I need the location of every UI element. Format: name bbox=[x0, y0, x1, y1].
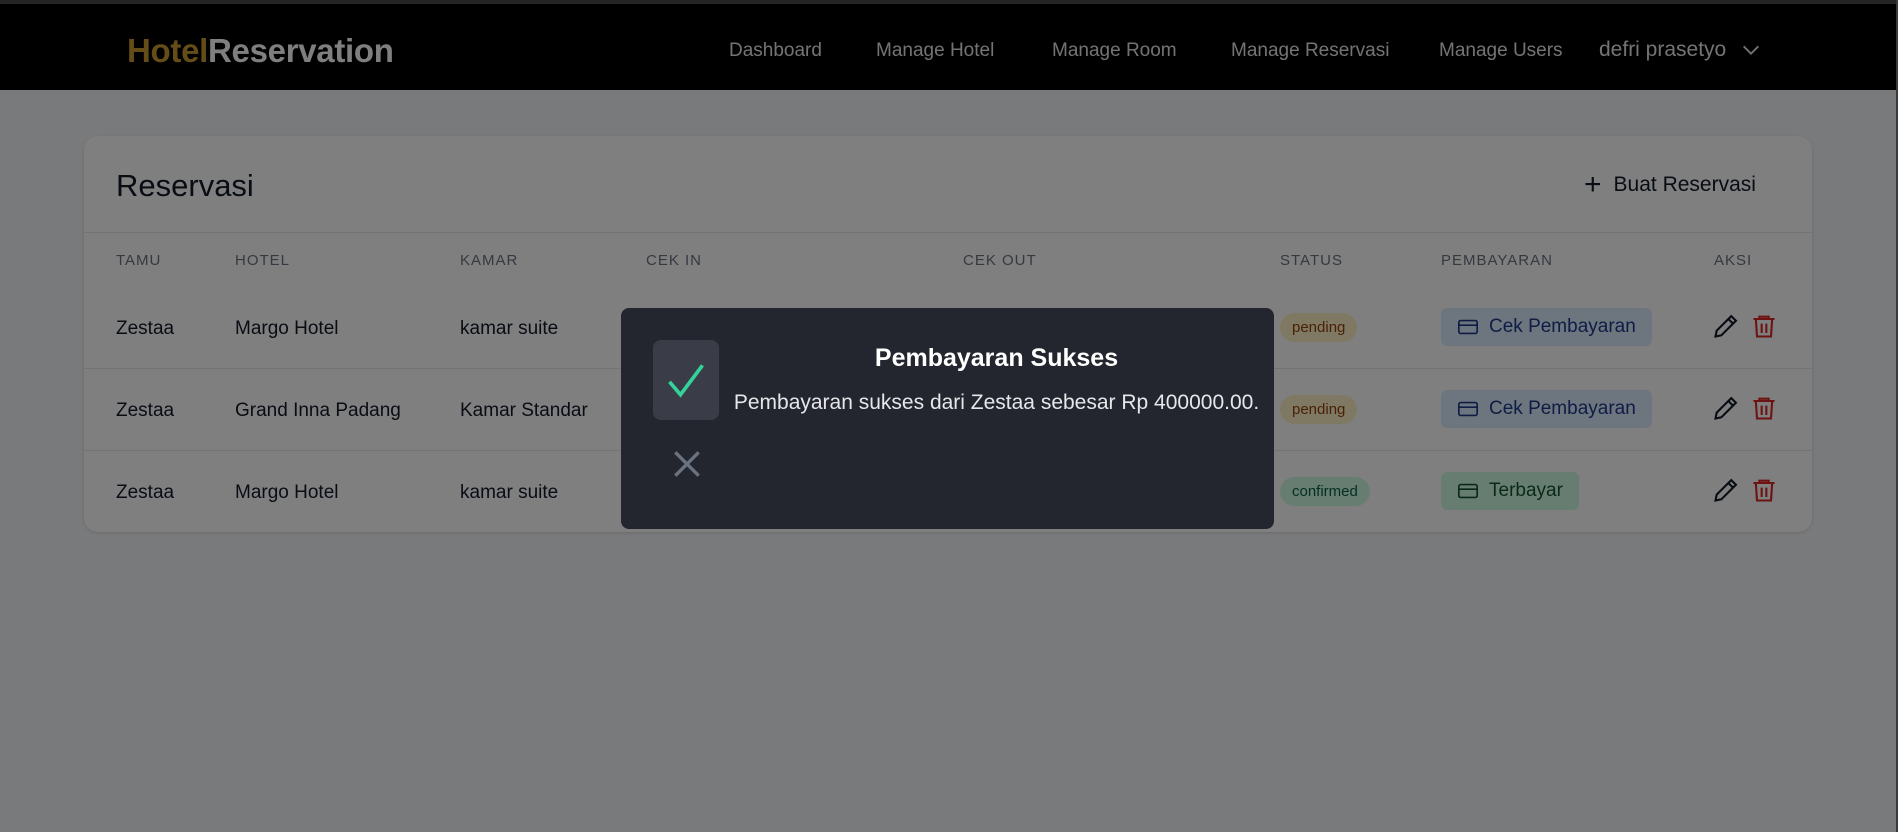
checkmark-icon bbox=[668, 364, 704, 398]
dialog-message: Pembayaran sukses dari Zestaa sebesar Rp… bbox=[733, 391, 1260, 414]
close-icon[interactable] bbox=[667, 444, 707, 484]
payment-success-dialog: Pembayaran Sukses Pembayaran sukses dari… bbox=[621, 308, 1274, 529]
dialog-title: Pembayaran Sukses bbox=[874, 344, 1119, 372]
success-icon-box bbox=[653, 340, 719, 420]
